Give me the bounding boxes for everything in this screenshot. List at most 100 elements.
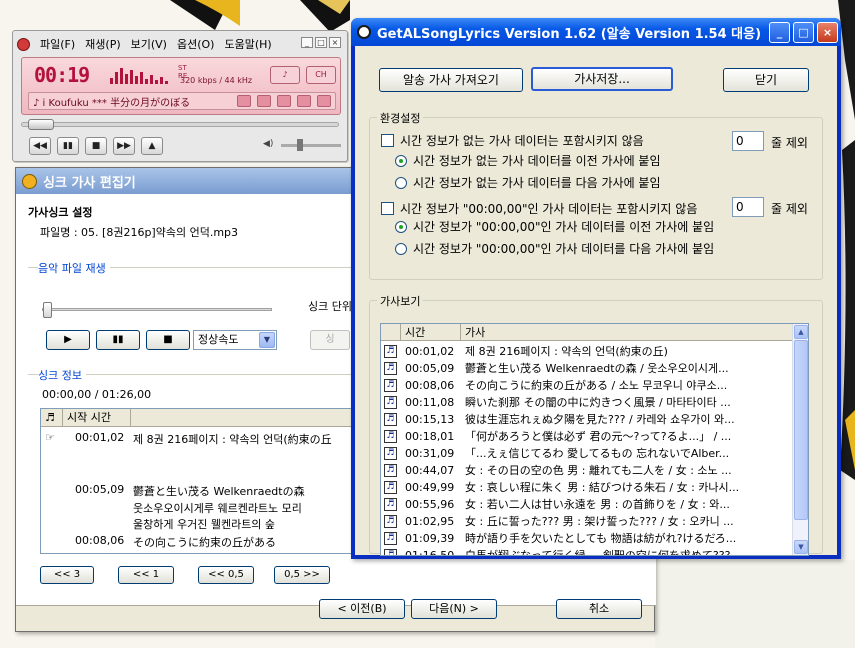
lyrics-row[interactable]: ♬ 00:05,09 鬱蒼と生い茂る Welkenraedtの森 / 웃소우오이시게…: [381, 360, 794, 377]
player-menu-file[interactable]: 파일(F): [40, 36, 75, 52]
document-icon[interactable]: [257, 95, 271, 107]
grid-col-start-time[interactable]: 시작 시간: [63, 409, 131, 426]
media-player-window: 파일(F) 재생(P) 보기(V) 옵션(O) 도움말(H) _ □ × 00:…: [12, 30, 348, 162]
grid-row-lyric[interactable]: 제 8권 216페이지 : 약속의 언덕(約束の丘: [133, 431, 332, 447]
back-half-button[interactable]: << 0,5: [198, 566, 254, 584]
lyrics-row[interactable]: ♬ 00:15,13 彼は生涯忘れぇぬ夕陽を見た??? / 카레와 쇼우가이 와..…: [381, 411, 794, 428]
note-file-icon: ♬: [384, 362, 397, 375]
minimize-button[interactable]: _: [769, 22, 790, 43]
close-window-button[interactable]: ×: [817, 22, 838, 43]
maximize-button[interactable]: □: [793, 22, 814, 43]
grid-row-lyric[interactable]: 웃소우오이시게루 웨르켄라트노 모리: [133, 500, 302, 516]
lyrics-row[interactable]: ♬ 00:08,06 その向こうに約束の丘がある / 소노 무코우니 야쿠소...: [381, 377, 794, 394]
scroll-up-icon[interactable]: ▲: [794, 325, 808, 339]
seek-bar[interactable]: [21, 119, 339, 130]
grid-row-time[interactable]: 00:08,06: [75, 534, 124, 547]
previous-step-button[interactable]: < 이전(B): [319, 599, 405, 619]
lyrics-list-scrollbar[interactable]: ▲ ▼: [792, 324, 808, 555]
grid-row-time[interactable]: 00:01,02: [75, 431, 124, 444]
headphone-icon[interactable]: [297, 95, 311, 107]
no-time-attach-next-option[interactable]: 시간 정보가 없는 가사 데이터를 다음 가사에 붙임: [395, 174, 661, 191]
player-menu-view[interactable]: 보기(V): [131, 36, 167, 52]
next-step-button[interactable]: 다음(N) >: [411, 599, 497, 619]
lyrics-row[interactable]: ♬ 00:55,96 女 : 若い二人は甘い永遠を 男 : の首飾りを / 女 : …: [381, 496, 794, 513]
lyrics-row[interactable]: ♬ 01:16,50 白馬が翔ぶなって行く緑 ... 剣聖の空に何を求めて???: [381, 547, 794, 555]
volume-knob[interactable]: [297, 139, 303, 151]
grid-row-lyric[interactable]: 鬱蒼と生い茂る Welkenraedtの森: [133, 483, 305, 499]
scroll-down-icon[interactable]: ▼: [794, 540, 808, 554]
settings-icon[interactable]: [237, 95, 251, 107]
chevron-down-icon[interactable]: ▼: [259, 332, 275, 348]
forward-half-button[interactable]: 0,5 >>: [274, 566, 330, 584]
no-time-attach-next-radio[interactable]: [395, 176, 407, 189]
lyrics-row[interactable]: ♬ 00:11,08 瞬いた刹那 その闇の中に灼きつく風景 / 마타타이타 ...: [381, 394, 794, 411]
cancel-button[interactable]: 취소: [556, 599, 642, 619]
lyrics-list[interactable]: 시간 가사 ♬ 00:01,02 제 8권 216페이지 : 약속의 언덕(約束の丘…: [380, 323, 809, 556]
player-mini-mode-button[interactable]: □: [315, 37, 327, 48]
exclude-zero-time-option[interactable]: 시간 정보가 "00:00,00"인 가사 데이터는 포함시키지 않음: [381, 200, 697, 217]
volume-slider[interactable]: [281, 139, 341, 151]
sync-apply-button[interactable]: 싱: [310, 330, 350, 350]
zero-time-attach-prev-option[interactable]: 시간 정보가 "00:00,00"인 가사 데이터를 이전 가사에 붙임: [395, 218, 714, 235]
lyrics-list-header: 시간 가사: [381, 324, 794, 341]
previous-button[interactable]: ◀◀: [29, 137, 51, 155]
lyrics-row-text: 「何があろうと僕は必ず 君の元～?って?るよ...」 / ...: [465, 430, 732, 443]
editor-play-button[interactable]: ▶: [46, 330, 90, 350]
note-file-icon: ♬: [384, 481, 397, 494]
player-minimize-button[interactable]: _: [301, 37, 313, 48]
lyrics-row[interactable]: ♬ 00:49,99 女 : 哀しい程に朱く 男 : 結びつける朱石 / 女 : 카…: [381, 479, 794, 496]
eject-button[interactable]: ▲: [141, 137, 163, 155]
grid-row-lyric[interactable]: その向こうに約束の丘がある: [133, 534, 276, 550]
save-lyrics-button[interactable]: 가사저장...: [531, 67, 673, 91]
player-menu-help[interactable]: 도움말(H): [224, 36, 271, 52]
player-window-buttons: _ □ ×: [301, 37, 341, 48]
grid-row-lyric[interactable]: 울창하게 우거진 웰켄라트의 숲: [133, 516, 275, 532]
exclude-no-time-checkbox[interactable]: [381, 134, 394, 147]
back-3-button[interactable]: << 3: [40, 566, 94, 584]
zero-time-attach-next-radio[interactable]: [395, 242, 407, 255]
player-menu-options[interactable]: 옵션(O): [177, 36, 214, 52]
zero-time-attach-next-label: 시간 정보가 "00:00,00"인 가사 데이터를 다음 가사에 붙임: [413, 242, 715, 256]
equalizer-icon[interactable]: [277, 95, 291, 107]
stop-button[interactable]: ■: [85, 137, 107, 155]
exclude-no-time-count-input[interactable]: 0: [732, 131, 764, 151]
zero-time-attach-next-option[interactable]: 시간 정보가 "00:00,00"인 가사 데이터를 다음 가사에 붙임: [395, 240, 714, 257]
next-button[interactable]: ▶▶: [113, 137, 135, 155]
now-playing-bar: ♪ i Koufuku *** 半分の月がのぼる: [28, 92, 336, 110]
playback-slider[interactable]: [42, 302, 272, 318]
editor-pause-button[interactable]: ▮▮: [96, 330, 140, 350]
note-file-icon: ♬: [384, 396, 397, 409]
lyrics-col-time[interactable]: 시간: [401, 324, 461, 341]
grid-row-time[interactable]: 00:05,09: [75, 483, 124, 496]
zero-time-attach-prev-radio[interactable]: [395, 220, 407, 233]
lyrics-row-text: 女 : 若い二人は甘い永遠を 男 : の首飾りを / 女 : 와...: [465, 498, 730, 511]
pause-button[interactable]: ▮▮: [57, 137, 79, 155]
lyrics-row[interactable]: ♬ 00:01,02 제 8권 216페이지 : 약속의 언덕(約束の丘): [381, 343, 794, 360]
editor-stop-button[interactable]: ■: [146, 330, 190, 350]
channel-button[interactable]: CH: [306, 66, 336, 84]
lyrics-row[interactable]: ♬ 01:02,95 女 : 丘に誓った??? 男 : 架け誓った??? / 女 :…: [381, 513, 794, 530]
player-close-button[interactable]: ×: [329, 37, 341, 48]
no-time-attach-prev-radio[interactable]: [395, 154, 407, 167]
lyrics-toggle-button[interactable]: ♪: [270, 66, 300, 84]
lyrics-row[interactable]: ♬ 00:31,09 「...えぇ信じてるわ 愛してるもの 忘れないでAlber..…: [381, 445, 794, 462]
exclude-zero-time-count-input[interactable]: 0: [732, 197, 764, 217]
lyrics-row[interactable]: ♬ 01:09,39 時が語り手を欠いたとしても 物語は紡がれ?けるだろ...: [381, 530, 794, 547]
back-1-button[interactable]: << 1: [118, 566, 174, 584]
playback-speed-select[interactable]: 정상속도 ▼: [193, 330, 277, 350]
exclude-no-time-option[interactable]: 시간 정보가 없는 가사 데이터는 포함시키지 않음: [381, 132, 644, 149]
lyrics-col-text[interactable]: 가사: [461, 324, 794, 341]
player-menu-play[interactable]: 재생(P): [85, 36, 120, 52]
no-time-attach-prev-option[interactable]: 시간 정보가 없는 가사 데이터를 이전 가사에 붙임: [395, 152, 661, 169]
fetch-alsong-lyrics-button[interactable]: 알송 가사 가져오기: [379, 68, 523, 92]
exclude-zero-time-checkbox[interactable]: [381, 202, 394, 215]
lyrics-row[interactable]: ♬ 00:44,07 女 : その日の空の色 男 : 離れても二人を / 女 : 소…: [381, 462, 794, 479]
close-button[interactable]: 닫기: [723, 68, 809, 92]
lyrics-row-time: 01:02,95: [405, 515, 455, 528]
sync-grid[interactable]: ♬ 시작 시간 ☞ 00:01,02 제 8권 216페이지 : 약속의 언덕(…: [40, 408, 360, 554]
playback-slider-knob[interactable]: [43, 302, 52, 318]
seek-knob[interactable]: [28, 119, 54, 130]
scroll-thumb[interactable]: [794, 340, 808, 520]
speaker-icon[interactable]: [317, 95, 331, 107]
lyrics-row[interactable]: ♬ 00:18,01 「何があろうと僕は必ず 君の元～?って?るよ...」 / ..…: [381, 428, 794, 445]
